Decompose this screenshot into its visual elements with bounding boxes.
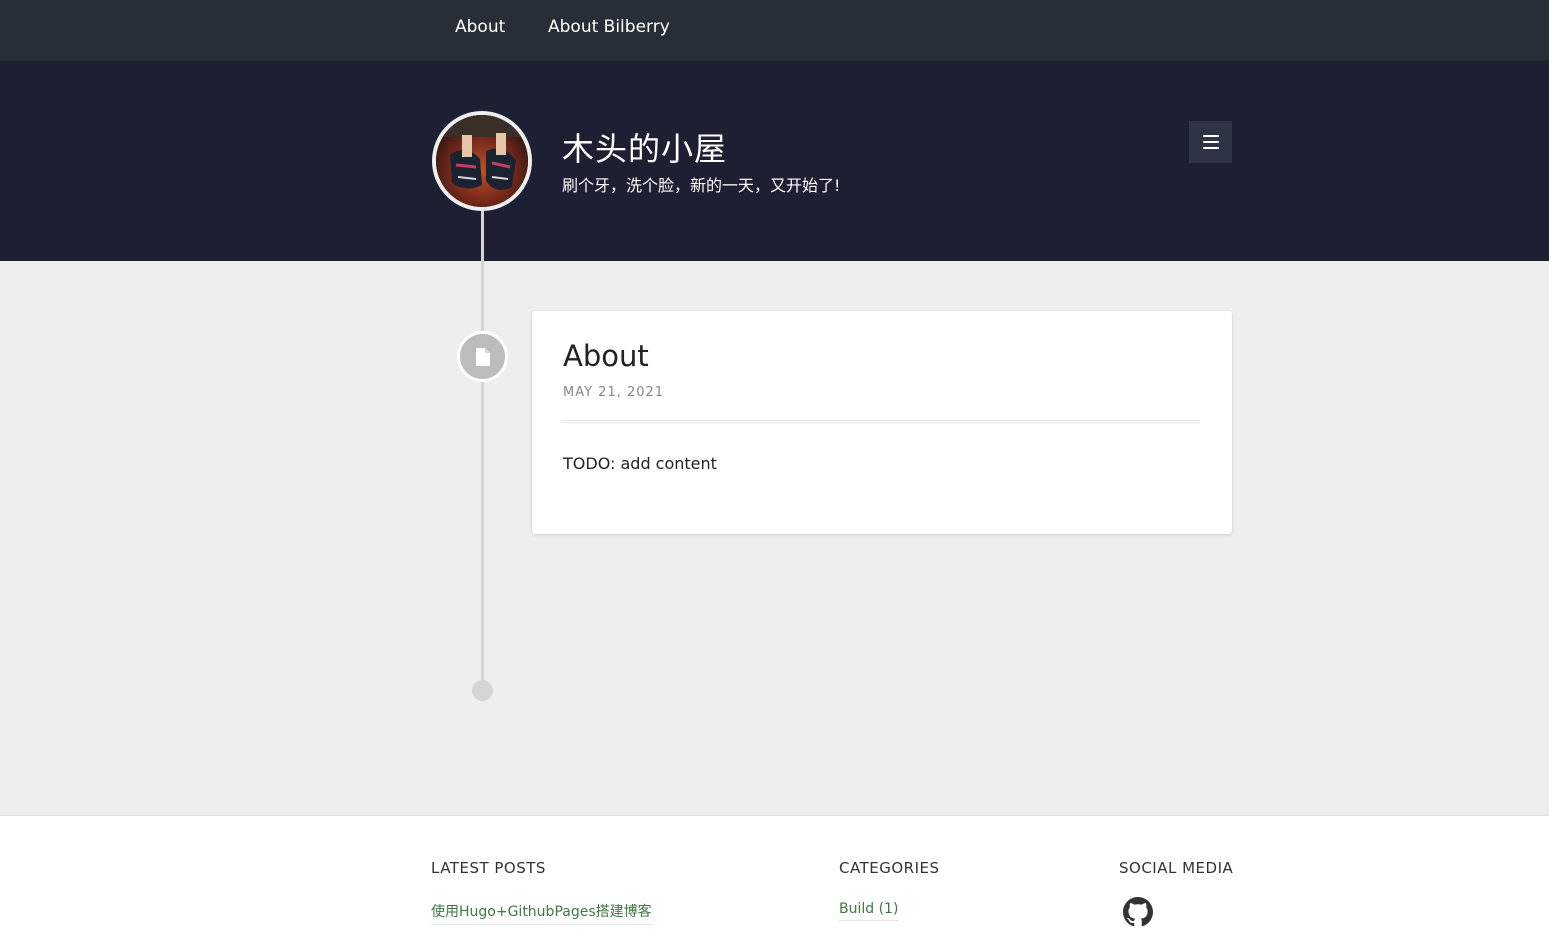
- menu-toggle-button[interactable]: [1189, 121, 1232, 163]
- post-body: TODO: add content: [563, 454, 717, 473]
- category-link-build[interactable]: Build (1): [839, 901, 899, 921]
- post-divider: [563, 420, 1200, 423]
- site-subtitle: 刷个牙，洗个脸，新的一天，又开始了!: [562, 176, 841, 195]
- timeline-end-marker: [472, 680, 493, 701]
- avatar-image: [436, 115, 528, 207]
- post-date: MAY 21, 2021: [563, 385, 665, 400]
- top-navigation: About About Bilberry: [0, 0, 1549, 61]
- site-footer: LATEST POSTS 使用Hugo+GithubPages搭建博客 CATE…: [0, 815, 1549, 934]
- post-card: About MAY 21, 2021 TODO: add content: [532, 311, 1232, 534]
- timeline-post-marker: [457, 331, 508, 382]
- categories-heading: CATEGORIES: [839, 859, 940, 877]
- nav-link-about[interactable]: About: [455, 17, 505, 37]
- timeline-line: [481, 211, 484, 691]
- post-title[interactable]: About: [563, 339, 649, 373]
- document-icon: [475, 347, 490, 366]
- latest-post-link[interactable]: 使用Hugo+GithubPages搭建博客: [431, 901, 652, 925]
- avatar[interactable]: [432, 111, 532, 211]
- hamburger-icon: [1202, 135, 1219, 149]
- github-icon[interactable]: [1123, 897, 1153, 927]
- nav-link-about-bilberry[interactable]: About Bilberry: [548, 17, 670, 37]
- site-header: [0, 61, 1549, 261]
- social-media-heading: SOCIAL MEDIA: [1119, 859, 1234, 877]
- latest-posts-heading: LATEST POSTS: [431, 859, 546, 877]
- site-title[interactable]: 木头的小屋: [562, 124, 727, 170]
